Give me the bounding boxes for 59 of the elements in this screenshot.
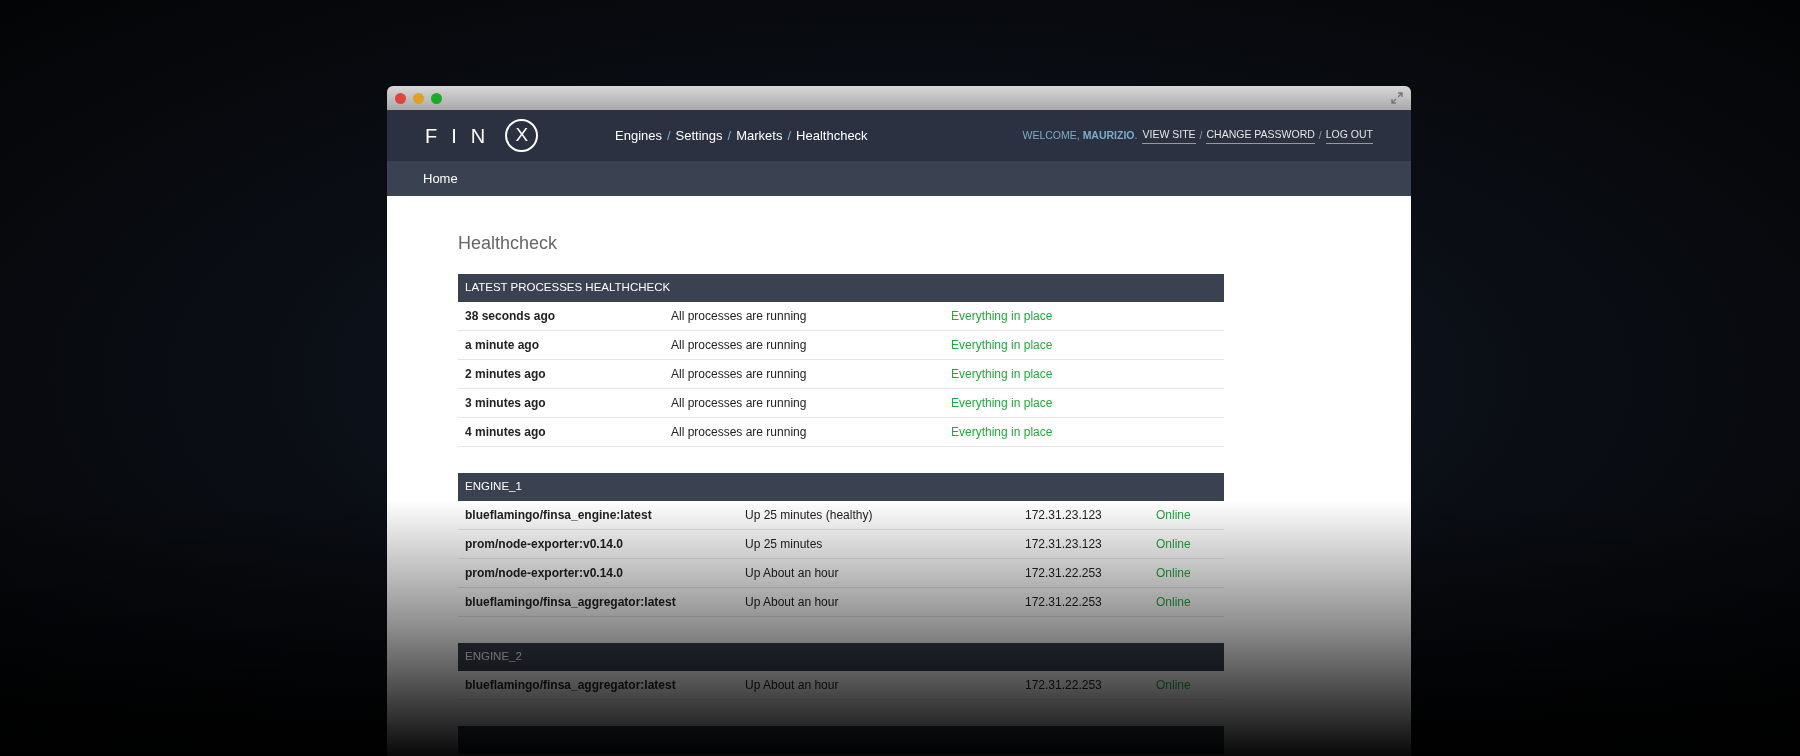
maximize-icon[interactable] (431, 92, 442, 104)
table-cell-text: Up 25 minutes (745, 536, 824, 553)
user-link[interactable]: CHANGE PASSWORD (1206, 127, 1315, 144)
link-separator: / (1199, 127, 1203, 143)
breadcrumb-link[interactable]: Settings (675, 125, 723, 146)
table-cell-text: prom/node-exporter:v0.14.0 (465, 536, 625, 553)
table-cell-text: Up About an hour (745, 594, 840, 611)
table-cell-text: All processes are running (671, 395, 808, 412)
table-header: ENGINE_2 (458, 643, 1224, 671)
table-cell-text: Up 25 minutes (healthy) (745, 507, 874, 524)
home-link[interactable]: Home (423, 168, 458, 189)
status-text: Everything in place (951, 366, 1054, 383)
breadcrumb-link[interactable]: Healthcheck (796, 125, 868, 146)
table-cell-text: All processes are running (671, 366, 808, 383)
table-cell-text: All processes are running (671, 308, 808, 325)
table-cell-text: 172.31.23.123 (1025, 536, 1103, 553)
table-cell-text: Up About an hour (745, 565, 840, 582)
breadcrumb-separator: / (727, 126, 732, 145)
status-text: Online (1156, 536, 1192, 553)
table-cell-text: 172.31.22.253 (1025, 677, 1103, 694)
table-header: ENGINE_1 (458, 473, 1224, 501)
table-cell-text: 3 minutes ago (465, 395, 547, 412)
breadcrumb-link[interactable]: Markets (736, 125, 783, 146)
link-separator: / (1318, 127, 1322, 143)
table-cell-text: a minute ago (465, 337, 540, 354)
breadcrumb-separator: / (787, 126, 792, 145)
table-cell-text: All processes are running (671, 424, 808, 441)
table-cell-text: 172.31.23.123 (1025, 507, 1103, 524)
breadcrumb-separator: / (667, 126, 671, 145)
table-cell-text: All processes are running (671, 337, 808, 354)
table-cell-text: 2 minutes ago (465, 366, 547, 383)
status-text: Online (1156, 594, 1192, 611)
welcome-text: WELCOME, MAURIZIO. (1022, 127, 1138, 143)
table-cell-text: 172.31.22.253 (1025, 565, 1103, 582)
status-text: Everything in place (951, 308, 1054, 325)
status-text: Everything in place (951, 424, 1054, 441)
table-cell-text: Up About an hour (745, 677, 840, 694)
page-title: Healthcheck (458, 232, 559, 255)
table-cell-text: 172.31.22.253 (1025, 594, 1103, 611)
user-link[interactable]: VIEW SITE (1142, 127, 1196, 144)
table-cell-text: prom/node-exporter:v0.14.0 (465, 565, 625, 582)
status-text: Everything in place (951, 395, 1054, 412)
close-icon[interactable] (395, 92, 406, 104)
fullscreen-icon[interactable] (1391, 92, 1403, 104)
user-link[interactable]: LOG OUT (1325, 127, 1373, 144)
table-cell-text: blueflamingo/finsa_engine:latest (465, 507, 653, 524)
table-cell-text: blueflamingo/finsa_aggregator:latest (465, 677, 677, 694)
logo-badge: X (505, 119, 539, 152)
status-text: Online (1156, 565, 1192, 582)
table-header: LATEST PROCESSES HEALTHCHECK (458, 274, 1224, 302)
table-cell-text: 4 minutes ago (465, 424, 547, 441)
table-cell-text: blueflamingo/finsa_aggregator:latest (465, 594, 677, 611)
minimize-icon[interactable] (413, 92, 424, 104)
logo-text: FIN (425, 123, 500, 149)
status-text: Everything in place (951, 337, 1054, 354)
table-cell-text: 38 seconds ago (465, 308, 557, 325)
status-text: Online (1156, 677, 1192, 694)
status-text: Online (1156, 507, 1192, 524)
breadcrumb-link[interactable]: Engines (615, 125, 662, 146)
